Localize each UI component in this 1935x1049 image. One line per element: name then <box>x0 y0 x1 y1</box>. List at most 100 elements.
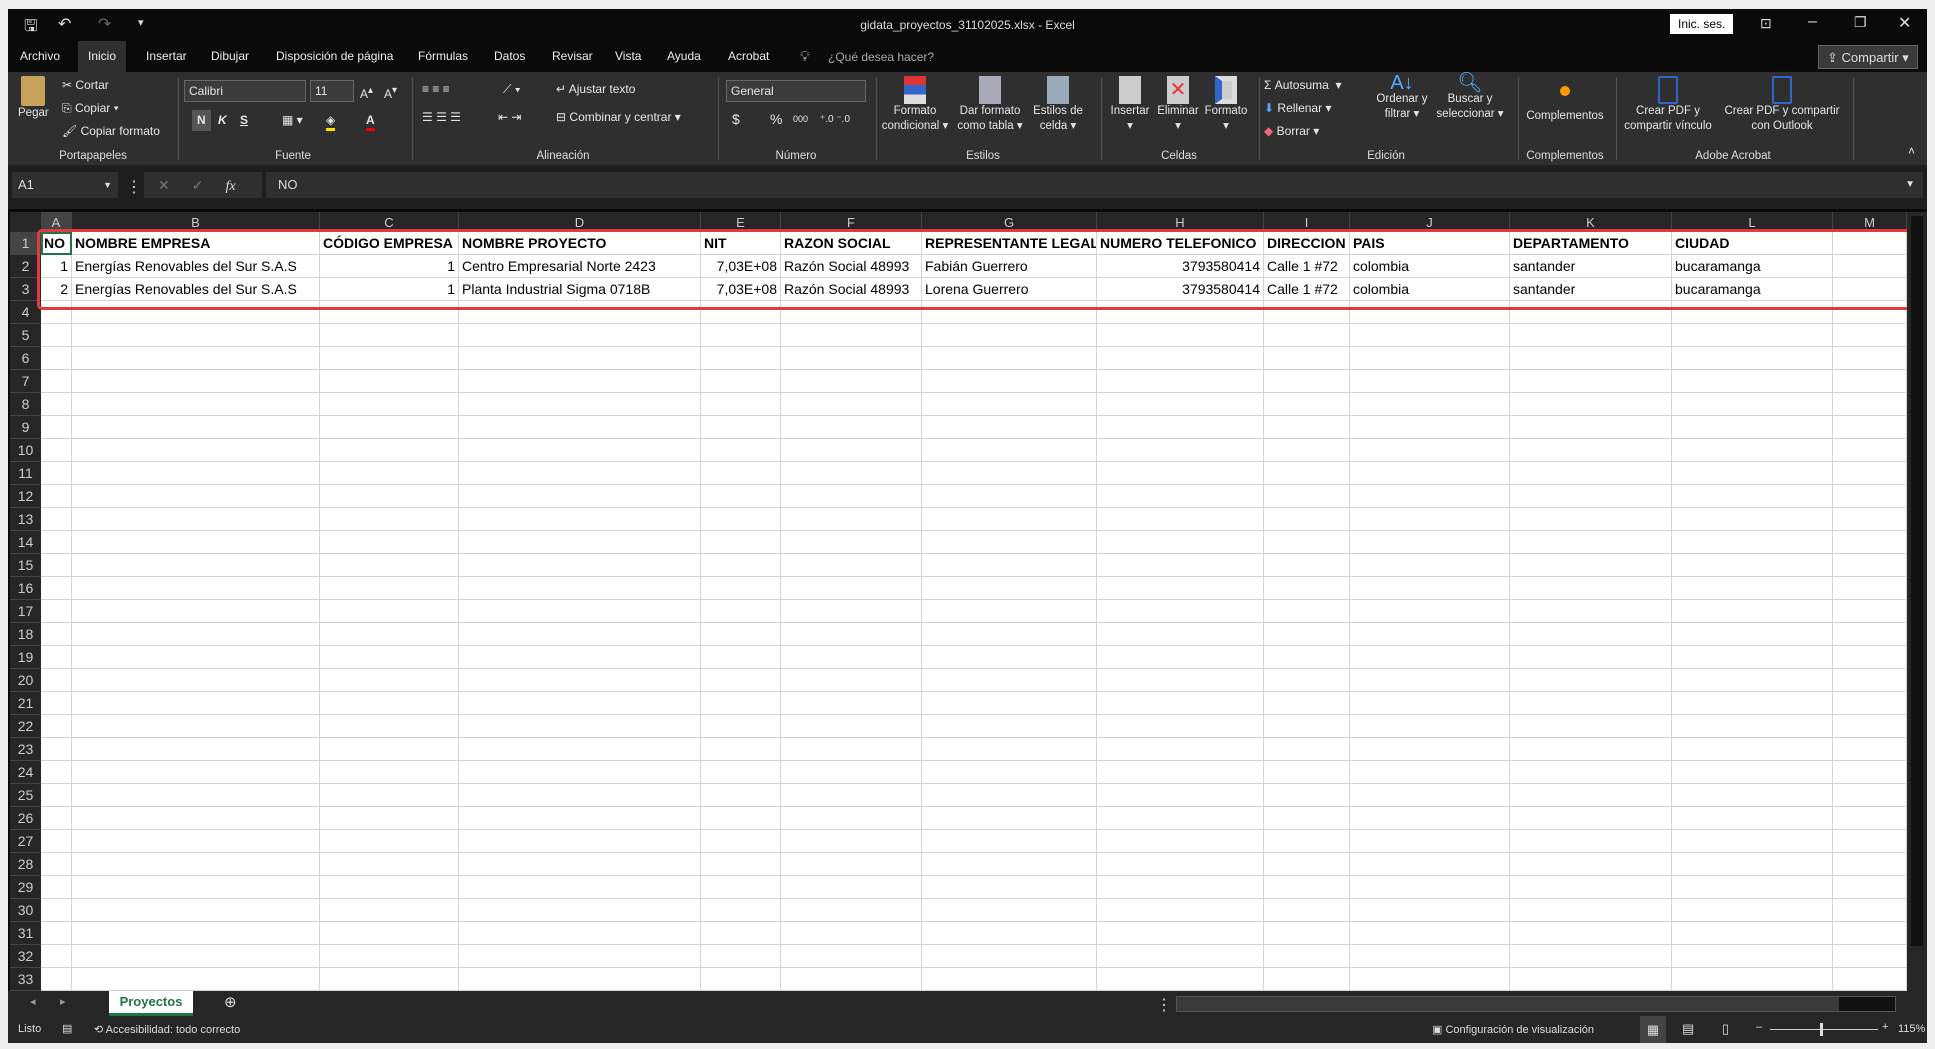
cell[interactable] <box>1672 301 1833 324</box>
cell[interactable] <box>1833 508 1907 531</box>
cell[interactable] <box>41 324 72 347</box>
header-cell[interactable]: CIUDAD <box>1672 232 1833 255</box>
cell[interactable] <box>1672 646 1833 669</box>
cell[interactable]: Planta Industrial Sigma 0718B <box>459 278 701 301</box>
cell[interactable] <box>701 692 781 715</box>
cell[interactable] <box>701 853 781 876</box>
cell[interactable] <box>1264 830 1350 853</box>
cell[interactable] <box>781 577 922 600</box>
cell[interactable] <box>1097 347 1264 370</box>
cell[interactable]: 1 <box>320 255 459 278</box>
cell[interactable] <box>72 416 320 439</box>
row-header[interactable]: 33 <box>10 968 41 991</box>
cell[interactable] <box>781 692 922 715</box>
cell[interactable]: Energías Renovables del Sur S.A.S <box>72 278 320 301</box>
cell[interactable] <box>459 669 701 692</box>
cell[interactable] <box>1097 531 1264 554</box>
cell[interactable] <box>1510 738 1672 761</box>
row-header[interactable]: 25 <box>10 784 41 807</box>
cell[interactable] <box>1833 577 1907 600</box>
cell[interactable] <box>459 439 701 462</box>
row-header[interactable]: 29 <box>10 876 41 899</box>
cell[interactable] <box>922 623 1097 646</box>
cell[interactable] <box>1510 531 1672 554</box>
cell[interactable] <box>781 462 922 485</box>
cell[interactable] <box>1510 623 1672 646</box>
cell[interactable] <box>1097 853 1264 876</box>
cell[interactable] <box>320 577 459 600</box>
cell[interactable]: Calle 1 #72 <box>1264 278 1350 301</box>
cell[interactable] <box>1510 692 1672 715</box>
tab-dibujar[interactable]: Dibujar <box>201 41 259 72</box>
cell[interactable] <box>1510 301 1672 324</box>
row-header[interactable]: 18 <box>10 623 41 646</box>
cell[interactable] <box>922 600 1097 623</box>
cell[interactable] <box>781 347 922 370</box>
cell[interactable] <box>1097 324 1264 347</box>
page-layout-icon[interactable]: ▤ <box>1682 1021 1694 1037</box>
conditional-format-button[interactable]: Formato condicional ▾ <box>880 76 950 134</box>
cell[interactable] <box>1350 531 1510 554</box>
cell[interactable] <box>1833 899 1907 922</box>
cell[interactable] <box>1672 577 1833 600</box>
cell[interactable] <box>1097 462 1264 485</box>
cell[interactable] <box>459 416 701 439</box>
cell[interactable] <box>922 577 1097 600</box>
row-header[interactable]: 7 <box>10 370 41 393</box>
cell[interactable] <box>459 899 701 922</box>
cell[interactable] <box>41 922 72 945</box>
cell[interactable] <box>1350 554 1510 577</box>
cell[interactable] <box>320 715 459 738</box>
cell[interactable] <box>701 922 781 945</box>
cell[interactable] <box>41 945 72 968</box>
column-header-G[interactable]: G <box>922 212 1097 232</box>
cell[interactable] <box>1672 761 1833 784</box>
cell[interactable] <box>701 945 781 968</box>
cell[interactable] <box>1510 393 1672 416</box>
decimal-icons[interactable]: ⁺.0 ⁻.0 <box>820 112 850 127</box>
cell[interactable] <box>1672 922 1833 945</box>
cell[interactable] <box>1510 853 1672 876</box>
cell[interactable] <box>1097 669 1264 692</box>
cell[interactable] <box>320 853 459 876</box>
cell[interactable] <box>1350 508 1510 531</box>
cell[interactable] <box>781 922 922 945</box>
cell[interactable] <box>1510 600 1672 623</box>
cell[interactable] <box>459 577 701 600</box>
cell[interactable] <box>459 347 701 370</box>
cell[interactable] <box>781 853 922 876</box>
currency-button[interactable]: $ <box>732 112 740 127</box>
cell[interactable] <box>701 347 781 370</box>
cell[interactable] <box>1833 853 1907 876</box>
cell[interactable] <box>922 439 1097 462</box>
cell[interactable] <box>459 324 701 347</box>
cell[interactable] <box>320 508 459 531</box>
cell[interactable] <box>1510 922 1672 945</box>
cell[interactable] <box>1672 784 1833 807</box>
cell[interactable] <box>1264 324 1350 347</box>
cut-button[interactable]: ✂ Cortar <box>62 78 109 93</box>
cell[interactable] <box>922 393 1097 416</box>
row-header[interactable]: 4 <box>10 301 41 324</box>
cell[interactable] <box>1350 968 1510 991</box>
cell[interactable] <box>72 761 320 784</box>
add-sheet-icon[interactable]: ⊕ <box>224 993 237 1011</box>
cell[interactable] <box>922 922 1097 945</box>
header-cell[interactable]: NUMERO TELEFONICO <box>1097 232 1264 255</box>
align-left-icon[interactable]: ☰ ☰ ☰ <box>422 110 461 125</box>
percent-button[interactable]: % <box>770 112 782 127</box>
create-pdf-link-button[interactable]: Crear PDF y compartir vínculo <box>1620 76 1716 134</box>
cell[interactable] <box>459 301 701 324</box>
tab-inicio[interactable]: Inicio <box>78 41 127 72</box>
row-header[interactable]: 22 <box>10 715 41 738</box>
header-cell[interactable]: PAIS <box>1350 232 1510 255</box>
cell[interactable] <box>922 416 1097 439</box>
cell[interactable] <box>1097 945 1264 968</box>
cell[interactable] <box>459 600 701 623</box>
cell[interactable] <box>1264 439 1350 462</box>
normal-view-icon[interactable]: ▦ <box>1640 1016 1666 1043</box>
cell[interactable] <box>1350 416 1510 439</box>
cell[interactable] <box>1672 324 1833 347</box>
cell[interactable] <box>781 968 922 991</box>
indent-icon[interactable]: ⇤ ⇥ <box>498 110 521 125</box>
